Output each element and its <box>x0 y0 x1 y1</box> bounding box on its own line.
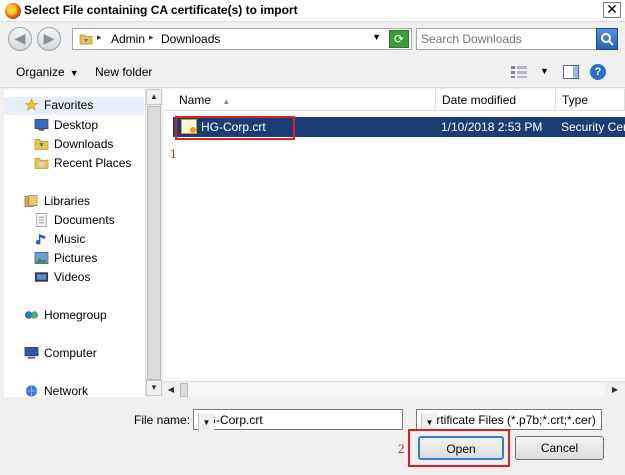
title-bar: Select File containing CA certificate(s)… <box>0 0 625 22</box>
organize-label: Organize <box>16 65 65 79</box>
desktop-icon <box>34 119 49 131</box>
annotation-highlight-open <box>408 429 510 467</box>
chevron-down-icon: ▼ <box>69 68 79 78</box>
annotation-highlight-file <box>175 116 295 140</box>
file-name-field[interactable]: HG-Corp.crt ▼ <box>193 409 403 432</box>
change-view-icon[interactable] <box>511 66 527 78</box>
column-header-date-modified[interactable]: Date modified <box>436 89 556 111</box>
column-header-name[interactable]: Name ▲ <box>163 89 436 111</box>
search-box[interactable] <box>416 28 618 50</box>
pictures-icon <box>34 252 49 264</box>
scroll-down-icon[interactable]: ▼ <box>146 380 162 396</box>
navigation-scrollbar[interactable]: ▲ ▼ <box>145 89 162 397</box>
scroll-up-icon[interactable]: ▲ <box>146 89 162 105</box>
scroll-track[interactable] <box>180 383 605 397</box>
file-type-filter-value: Certificate Files (*.p7b;*.crt;*.cer) <box>421 413 596 427</box>
search-icon[interactable] <box>596 28 618 50</box>
libraries-icon <box>24 195 38 207</box>
documents-icon <box>36 213 47 227</box>
navigation-pane: Favorites Desktop Downloads Recent Place… <box>4 89 160 398</box>
annotation-step-1: 1 <box>170 146 177 161</box>
star-icon <box>24 98 39 111</box>
search-input[interactable] <box>421 31 591 47</box>
address-row: ◀ ▶ ▸ Admin ▸ Downloads ▼ ⟳ <box>0 22 625 56</box>
sidebar-item-favorites[interactable]: Favorites <box>4 97 144 115</box>
new-folder-button[interactable]: New folder <box>95 65 152 79</box>
scroll-left-icon[interactable]: ◀ <box>163 382 179 398</box>
scroll-right-icon[interactable]: ▶ <box>607 382 623 398</box>
address-dropdown-icon[interactable]: ▼ <box>372 32 381 42</box>
help-icon[interactable]: ? <box>590 64 606 80</box>
videos-icon <box>34 272 49 282</box>
window-title: Select File containing CA certificate(s)… <box>24 3 298 17</box>
scroll-thumb[interactable] <box>147 106 161 380</box>
cancel-button[interactable]: Cancel <box>515 436 604 460</box>
firefox-app-icon <box>5 3 21 19</box>
horizontal-scrollbar[interactable]: ◀ ▶ <box>163 381 625 398</box>
column-header-type[interactable]: Type <box>556 89 625 111</box>
annotation-step-2: 2 <box>398 441 405 456</box>
chevron-down-icon[interactable]: ▼ <box>421 413 437 429</box>
file-name-label: File name: <box>134 413 191 427</box>
recent-places-icon <box>34 158 49 169</box>
chevron-down-icon[interactable]: ▼ <box>198 413 214 432</box>
sort-ascending-icon: ▲ <box>222 97 231 106</box>
refresh-button[interactable]: ⟳ <box>389 30 409 48</box>
view-options-chevron-icon[interactable]: ▼ <box>540 66 549 76</box>
address-bar[interactable]: ▸ Admin ▸ Downloads ▼ ⟳ <box>72 28 412 50</box>
organize-button[interactable]: Organize ▼ <box>16 65 79 79</box>
breadcrumb-arrow-icon: ▸ <box>97 32 102 42</box>
command-bar: Organize ▼ New folder ▼ ? <box>0 56 625 88</box>
back-button[interactable]: ◀ <box>8 27 32 51</box>
scroll-thumb[interactable] <box>180 383 188 397</box>
breadcrumb-downloads[interactable]: Downloads <box>161 32 220 46</box>
breadcrumb-arrow-icon[interactable]: ▸ <box>149 32 154 43</box>
file-type-cell: Security Certificate <box>561 120 625 134</box>
breadcrumb-admin[interactable]: Admin <box>111 32 145 46</box>
file-type-filter[interactable]: Certificate Files (*.p7b;*.crt;*.cer) ▼ <box>416 409 602 430</box>
folder-icon <box>79 34 93 45</box>
forward-button[interactable]: ▶ <box>37 27 61 51</box>
homegroup-icon <box>24 311 39 319</box>
network-icon <box>25 385 38 397</box>
music-icon <box>35 234 46 245</box>
preview-pane-icon[interactable] <box>563 65 579 79</box>
close-button[interactable]: ✕ <box>603 2 621 18</box>
downloads-folder-icon <box>34 139 49 150</box>
dialog-footer: File name: HG-Corp.crt ▼ Certificate Fil… <box>0 398 625 475</box>
file-date-cell: 1/10/2018 2:53 PM <box>441 120 543 134</box>
computer-icon <box>24 347 39 359</box>
